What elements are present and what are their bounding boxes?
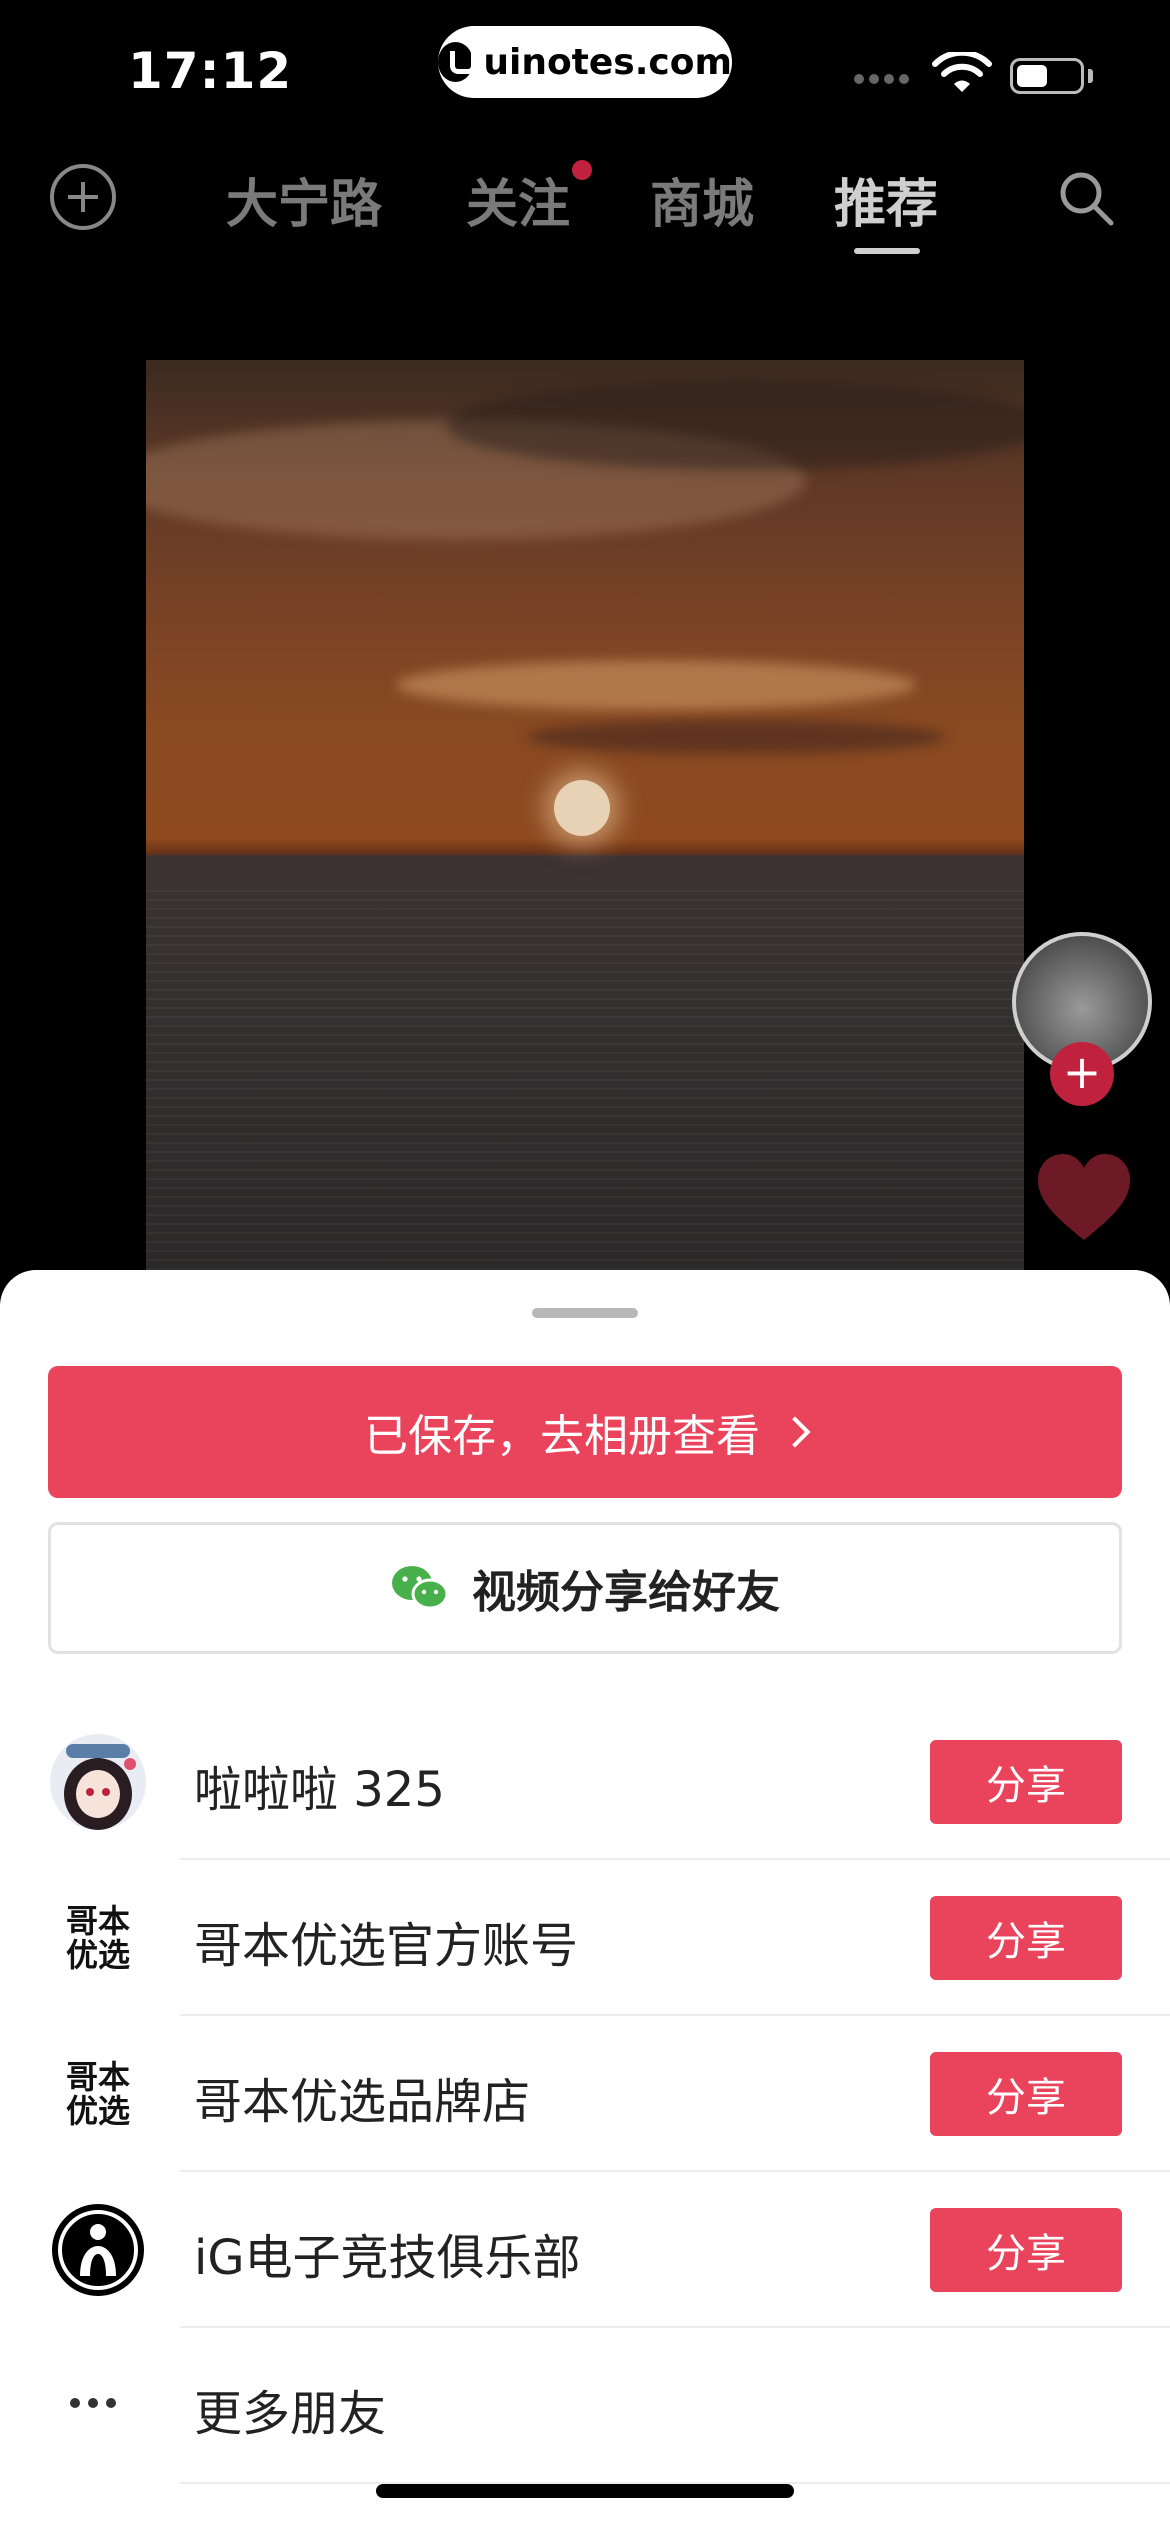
uinotes-logo-icon bbox=[438, 42, 477, 82]
friend-name: 哥本优选官方账号 bbox=[194, 1918, 579, 1974]
cloud bbox=[526, 720, 946, 754]
video-player[interactable] bbox=[146, 360, 1024, 1280]
friend-avatar bbox=[50, 1734, 146, 1830]
status-bar: 17:12 uinotes.com bbox=[0, 0, 1170, 140]
battery-icon bbox=[1010, 58, 1084, 94]
friend-row: 哥本优选 哥本优选品牌店 分享 bbox=[0, 2016, 1170, 2172]
friend-name: 哥本优选品牌店 bbox=[194, 2074, 531, 2130]
share-button[interactable]: 分享 bbox=[930, 2052, 1122, 2136]
share-to-wechat-button[interactable]: 视频分享给好友 bbox=[48, 1522, 1122, 1654]
tab-recommend[interactable]: 推荐 bbox=[834, 162, 938, 237]
tab-following[interactable]: 关注 bbox=[466, 162, 570, 237]
sea bbox=[146, 890, 1024, 1280]
wifi-icon bbox=[932, 52, 992, 92]
notification-dot bbox=[572, 160, 592, 180]
more-icon bbox=[70, 2398, 116, 2408]
home-indicator[interactable] bbox=[376, 2484, 794, 2498]
brand-logo: 哥本优选 bbox=[65, 2058, 130, 2130]
status-time: 17:12 bbox=[128, 42, 293, 100]
top-nav: 大宁路 关注 商城 推荐 bbox=[0, 150, 1170, 260]
share-sheet: 已保存，去相册查看 视频分享给好友 啦啦啦 325 分享 哥本优选 哥本优选官方… bbox=[0, 1270, 1170, 2532]
friend-row: 啦啦啦 325 分享 bbox=[0, 1704, 1170, 1860]
screen: 17:12 uinotes.com 大宁路 关注 商城 推荐 + 已保存，去相册… bbox=[0, 0, 1170, 2532]
tab-nearby[interactable]: 大宁路 bbox=[226, 162, 382, 237]
heart-icon[interactable] bbox=[1034, 1150, 1134, 1250]
view-in-album-label: 已保存，去相册查看 bbox=[364, 1411, 760, 1462]
cloud bbox=[446, 380, 1024, 470]
sheet-handle[interactable] bbox=[532, 1308, 638, 1318]
cellular-signal-icon bbox=[854, 74, 909, 84]
ig-logo-icon bbox=[50, 2202, 146, 2298]
share-button[interactable]: 分享 bbox=[930, 2208, 1122, 2292]
active-tab-indicator bbox=[854, 248, 920, 254]
site-badge: uinotes.com bbox=[438, 26, 732, 98]
more-friends-label: 更多朋友 bbox=[194, 2386, 387, 2442]
search-icon[interactable] bbox=[1056, 168, 1116, 228]
cloud bbox=[396, 660, 916, 710]
share-to-wechat-label: 视频分享给好友 bbox=[472, 1567, 780, 1618]
wechat-icon bbox=[392, 1566, 449, 1610]
friend-name: 啦啦啦 325 bbox=[194, 1762, 445, 1818]
share-button[interactable]: 分享 bbox=[930, 1740, 1122, 1824]
share-button[interactable]: 分享 bbox=[930, 1896, 1122, 1980]
tab-mall[interactable]: 商城 bbox=[650, 162, 754, 237]
follow-button[interactable]: + bbox=[1050, 1042, 1114, 1106]
friend-row: iG电子竞技俱乐部 分享 bbox=[0, 2172, 1170, 2328]
view-in-album-button[interactable]: 已保存，去相册查看 bbox=[48, 1366, 1122, 1498]
chevron-right-icon bbox=[779, 1416, 811, 1448]
site-badge-text: uinotes.com bbox=[483, 41, 732, 83]
sun bbox=[554, 780, 610, 836]
friend-name: iG电子竞技俱乐部 bbox=[194, 2230, 581, 2286]
brand-logo: 哥本优选 bbox=[65, 1902, 130, 1974]
more-friends-row[interactable]: 更多朋友 bbox=[0, 2328, 1170, 2484]
battery-cap bbox=[1088, 69, 1093, 83]
friend-row: 哥本优选 哥本优选官方账号 分享 bbox=[0, 1860, 1170, 2016]
plus-circle-icon[interactable] bbox=[50, 164, 116, 230]
